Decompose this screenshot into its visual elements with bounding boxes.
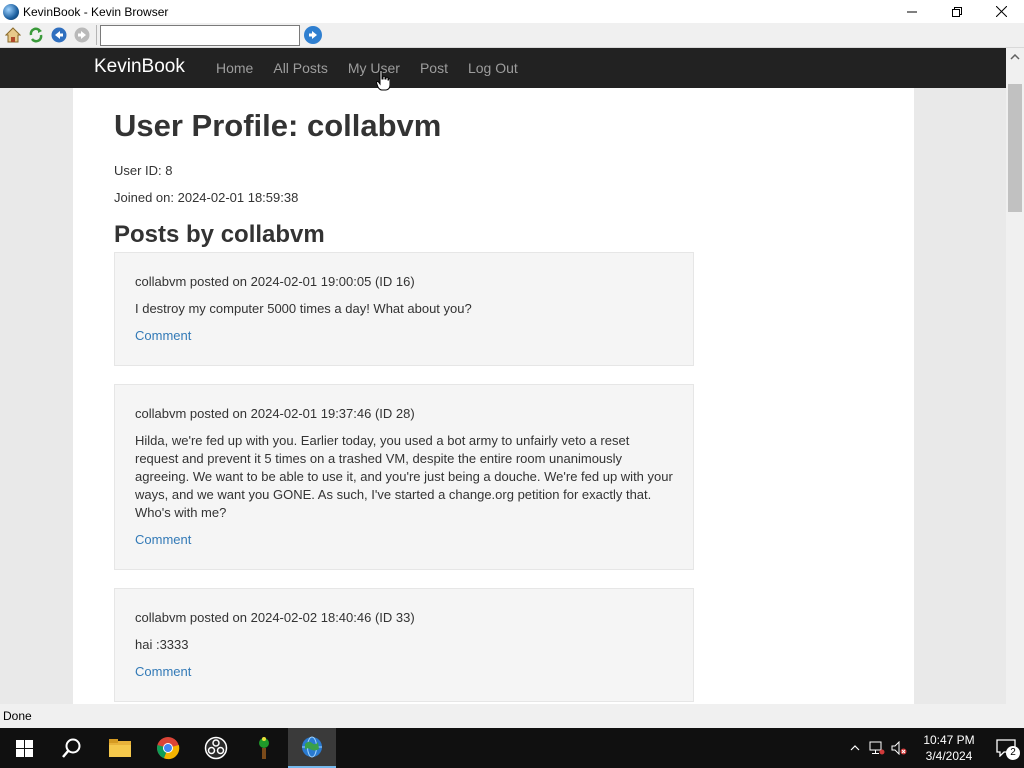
tree-icon [259, 737, 269, 759]
hand-cursor-icon [376, 70, 390, 91]
forward-arrow-icon [74, 27, 90, 43]
web-viewport: User Profile: collabvm User ID: 8 Joined… [0, 48, 1024, 704]
minimize-button[interactable] [889, 0, 934, 23]
chrome-icon [157, 737, 180, 760]
nav-link-post[interactable]: Post [410, 60, 458, 76]
go-arrow-icon [309, 31, 317, 39]
back-arrow-icon [51, 27, 67, 43]
comment-link[interactable]: Comment [135, 531, 674, 549]
post-body: I destroy my computer 5000 times a day! … [135, 301, 472, 316]
home-icon [5, 27, 21, 43]
network-icon [869, 741, 885, 755]
taskbar-clock[interactable]: 10:47 PM 3/4/2024 [910, 732, 988, 764]
search-icon [62, 738, 81, 758]
show-hidden-icons-button[interactable] [844, 728, 866, 768]
obs-icon [204, 736, 228, 760]
chevron-up-icon [1010, 54, 1020, 60]
address-bar-input[interactable] [100, 24, 300, 46]
chevron-up-icon [850, 745, 860, 751]
nav-link-all-posts[interactable]: All Posts [263, 60, 337, 76]
close-button[interactable] [979, 0, 1024, 23]
status-bar: Done [0, 704, 1024, 728]
posts-heading: Posts by collabvm [114, 221, 325, 248]
post-header: collabvm posted on 2024-02-02 18:40:46 (… [135, 610, 415, 625]
notification-count-badge: 2 [1006, 746, 1020, 760]
forward-button[interactable] [72, 25, 92, 45]
post-card: collabvm posted on 2024-02-02 18:40:46 (… [114, 588, 694, 702]
start-button[interactable] [0, 728, 48, 768]
user-id-text: User ID: 8 [114, 163, 173, 178]
kevin-browser-taskbar-button[interactable] [288, 728, 336, 768]
tree-app-button[interactable] [240, 728, 288, 768]
windows-taskbar: 10:47 PM 3/4/2024 2 [0, 728, 1024, 768]
browser-toolbar [0, 23, 1024, 48]
close-icon [996, 6, 1007, 17]
clock-time: 10:47 PM [923, 733, 975, 747]
post-header: collabvm posted on 2024-02-01 19:37:46 (… [135, 406, 415, 421]
post-body: hai :3333 [135, 637, 189, 652]
site-brand[interactable]: KevinBook [94, 56, 185, 78]
folder-icon [109, 739, 131, 757]
network-button[interactable] [866, 728, 888, 768]
page-container: User Profile: collabvm User ID: 8 Joined… [73, 88, 914, 704]
refresh-icon [29, 27, 43, 43]
toolbar-divider [96, 25, 97, 45]
refresh-button[interactable] [26, 25, 46, 45]
post-card: collabvm posted on 2024-02-01 19:37:46 (… [114, 384, 694, 570]
page-title: User Profile: collabvm [114, 108, 442, 143]
volume-button[interactable] [888, 728, 910, 768]
system-tray: 10:47 PM 3/4/2024 2 [844, 728, 1024, 768]
site-navbar: KevinBook Home All Posts My User Post Lo… [0, 48, 1006, 91]
post-header: collabvm posted on 2024-02-01 19:00:05 (… [135, 274, 415, 289]
restore-icon [951, 6, 962, 17]
browser-globe-icon [3, 3, 19, 20]
file-explorer-button[interactable] [96, 728, 144, 768]
scrollbar-thumb[interactable] [1008, 84, 1022, 212]
window-controls [889, 0, 1024, 23]
go-button[interactable] [304, 26, 322, 44]
nav-link-home[interactable]: Home [206, 60, 263, 76]
clock-date: 3/4/2024 [925, 749, 973, 763]
nav-link-log-out[interactable]: Log Out [458, 60, 528, 76]
scroll-up-button[interactable] [1006, 48, 1024, 66]
speaker-muted-icon [891, 741, 907, 755]
nav-links: Home All Posts My User Post Log Out [206, 48, 528, 88]
post-body: Hilda, we're fed up with you. Earlier to… [135, 433, 673, 520]
minimize-icon [906, 11, 917, 12]
home-button[interactable] [3, 25, 23, 45]
action-center-button[interactable]: 2 [988, 728, 1024, 768]
vertical-scrollbar[interactable] [1006, 48, 1024, 704]
chrome-button[interactable] [144, 728, 192, 768]
window-title: KevinBook - Kevin Browser [23, 4, 169, 19]
browser-globe-icon [302, 736, 322, 758]
comment-link[interactable]: Comment [135, 663, 674, 681]
post-card: collabvm posted on 2024-02-01 19:00:05 (… [114, 252, 694, 366]
nav-link-my-user[interactable]: My User [338, 60, 410, 76]
joined-date-text: Joined on: 2024-02-01 18:59:38 [114, 190, 299, 205]
windows-logo-icon [15, 739, 33, 757]
restore-button[interactable] [934, 0, 979, 23]
window-titlebar: KevinBook - Kevin Browser [0, 0, 1024, 23]
obs-button[interactable] [192, 728, 240, 768]
back-button[interactable] [49, 25, 69, 45]
search-button[interactable] [48, 728, 96, 768]
comment-link[interactable]: Comment [135, 327, 674, 345]
